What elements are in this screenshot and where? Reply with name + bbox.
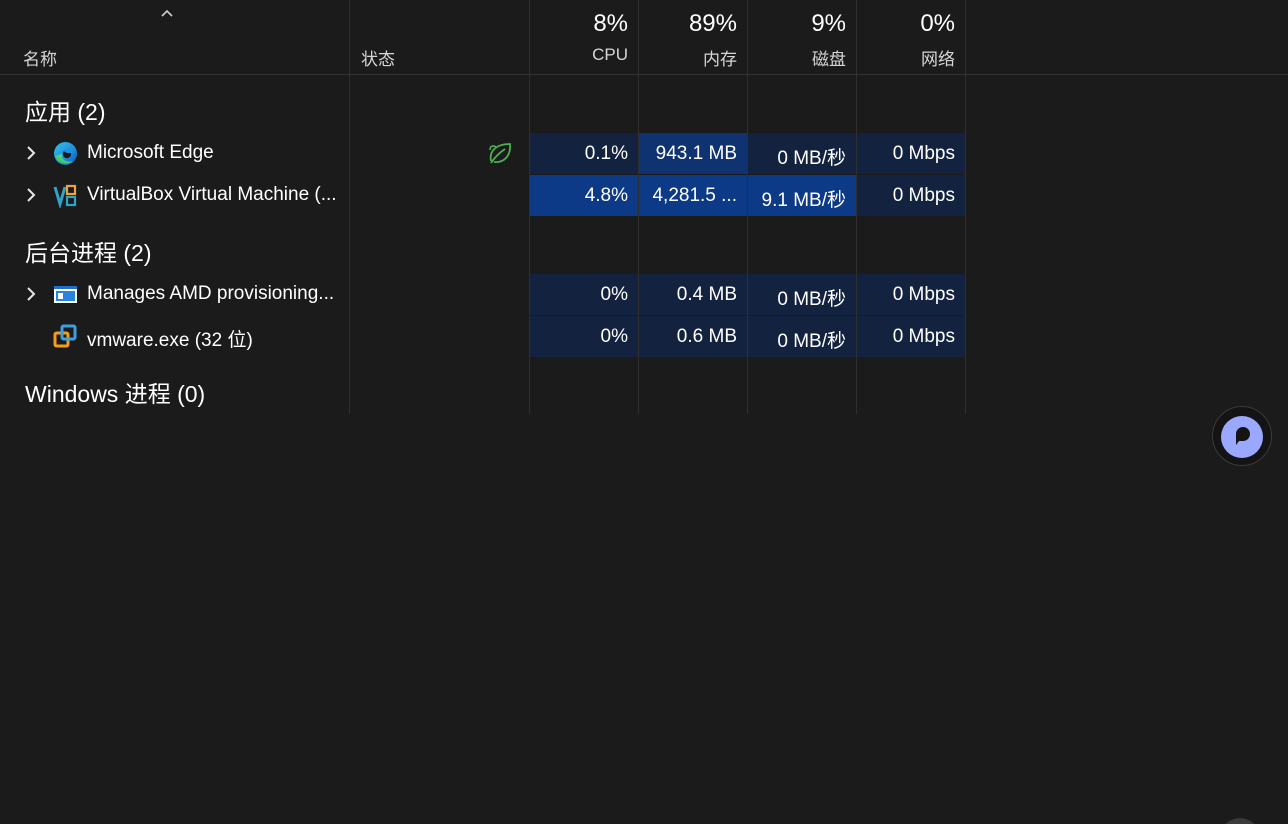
column-header-name[interactable]: 名称 xyxy=(23,45,57,70)
process-row-vmware[interactable]: vmware.exe (32 位) 0% 0.6 MB 0 MB/秒 0 Mbp… xyxy=(0,316,966,358)
process-name: VirtualBox Virtual Machine (... xyxy=(87,184,337,205)
column-header-cpu[interactable]: CPU xyxy=(530,45,628,65)
group-heading-apps: 应用 (2) xyxy=(25,99,106,125)
process-name: vmware.exe (32 位) xyxy=(87,330,253,351)
edge-icon xyxy=(53,141,78,166)
cpu-total-percent[interactable]: 8% xyxy=(530,10,628,38)
cpu-value: 0.1% xyxy=(584,143,628,164)
disk-value: 0 MB/秒 xyxy=(777,148,846,169)
partial-button-edge[interactable] xyxy=(1220,818,1260,824)
cpu-value: 4.8% xyxy=(584,185,628,206)
memory-value: 943.1 MB xyxy=(655,143,737,164)
header-divider xyxy=(0,74,1288,75)
task-manager-processes-view: 名称 状态 8% CPU 89% 内存 9% 磁盘 0% 网络 应用 (2) M… xyxy=(0,0,1288,824)
network-value: 0 Mbps xyxy=(892,185,955,206)
network-total-percent[interactable]: 0% xyxy=(857,10,955,38)
cpu-value: 0% xyxy=(600,284,628,305)
memory-value: 0.4 MB xyxy=(676,284,737,305)
group-heading-windows: Windows 进程 (0) xyxy=(25,381,206,407)
amd-window-icon xyxy=(53,282,78,307)
column-header-memory[interactable]: 内存 xyxy=(639,45,737,70)
column-header-disk[interactable]: 磁盘 xyxy=(748,45,846,70)
network-value: 0 Mbps xyxy=(892,143,955,164)
efficiency-mode-leaf-icon xyxy=(487,141,514,167)
sort-ascending-icon[interactable] xyxy=(158,6,176,20)
process-name: Manages AMD provisioning... xyxy=(87,283,335,304)
virtualbox-icon xyxy=(53,183,78,210)
process-row-amd-provisioning[interactable]: Manages AMD provisioning... 0% 0.4 MB 0 … xyxy=(0,274,966,316)
expand-chevron-icon[interactable] xyxy=(24,185,40,205)
group-heading-background: 后台进程 (2) xyxy=(25,240,152,266)
network-value: 0 Mbps xyxy=(892,284,955,305)
chat-bubble-icon xyxy=(1221,416,1263,458)
disk-value: 0 MB/秒 xyxy=(777,331,846,352)
memory-total-percent[interactable]: 89% xyxy=(639,10,737,38)
process-name: Microsoft Edge xyxy=(87,142,214,163)
network-value: 0 Mbps xyxy=(892,326,955,347)
memory-value: 4,281.5 ... xyxy=(652,185,737,206)
memory-value: 0.6 MB xyxy=(676,326,737,347)
expand-chevron-icon[interactable] xyxy=(24,284,40,304)
process-row-microsoft-edge[interactable]: Microsoft Edge 0.1% 943.1 MB 0 MB/秒 0 Mb… xyxy=(0,133,966,175)
cpu-value: 0% xyxy=(600,326,628,347)
column-header-status[interactable]: 状态 xyxy=(361,45,395,70)
disk-value: 9.1 MB/秒 xyxy=(761,190,846,211)
disk-value: 0 MB/秒 xyxy=(777,289,846,310)
vmware-icon xyxy=(53,324,78,349)
disk-total-percent[interactable]: 9% xyxy=(748,10,846,38)
floating-assistant-button[interactable] xyxy=(1212,406,1272,466)
column-header-network[interactable]: 网络 xyxy=(857,45,955,70)
expand-chevron-icon[interactable] xyxy=(24,143,40,163)
process-row-virtualbox[interactable]: VirtualBox Virtual Machine (... 4.8% 4,2… xyxy=(0,175,966,217)
